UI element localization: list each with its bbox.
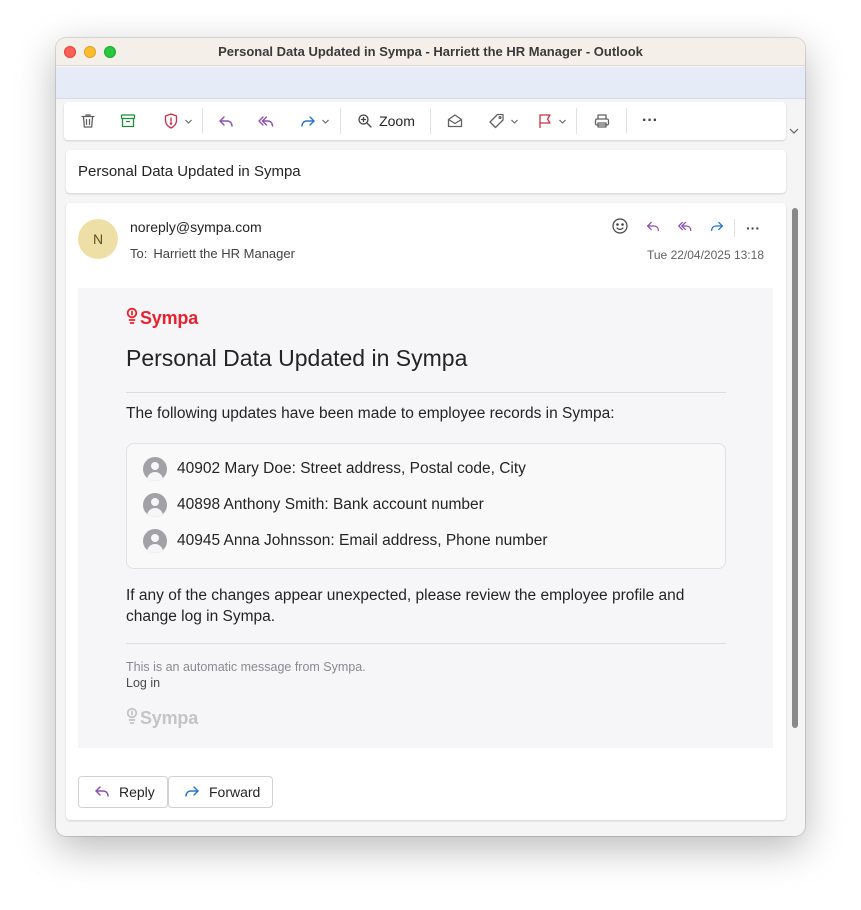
reply-all-icon <box>257 112 275 130</box>
react-button[interactable] <box>609 217 631 239</box>
email-body: Sympa Personal Data Updated in Sympa The… <box>78 288 773 748</box>
avatar[interactable]: N <box>78 219 118 259</box>
list-item: 40902 Mary Doe: Street address, Postal c… <box>143 457 526 481</box>
updates-list: 40902 Mary Doe: Street address, Postal c… <box>126 443 726 569</box>
update-text: 40898 Anthony Smith: Bank account number <box>177 496 484 513</box>
review-note: If any of the changes appear unexpected,… <box>126 587 685 625</box>
archive-button[interactable] <box>116 102 140 140</box>
reply-icon <box>93 782 119 803</box>
toolbar-divider <box>340 108 341 134</box>
zoom-button[interactable]: Zoom <box>354 102 418 140</box>
tag-icon <box>488 112 506 130</box>
chevron-down-icon <box>321 117 330 126</box>
tag-button[interactable] <box>483 102 523 140</box>
chevron-down-icon <box>510 117 519 126</box>
reply-button-label: Reply <box>119 784 155 800</box>
collapse-ribbon-button[interactable] <box>788 124 800 142</box>
divider <box>126 392 726 393</box>
reply-button[interactable]: Reply <box>78 776 168 808</box>
chevron-down-icon <box>788 124 800 141</box>
person-icon <box>143 493 167 517</box>
list-item: 40945 Anna Johnsson: Email address, Phon… <box>143 529 548 553</box>
bulb-icon <box>126 307 138 330</box>
subject-bar: Personal Data Updated in Sympa <box>66 150 786 193</box>
flag-icon <box>536 112 554 130</box>
recipient-row: To: Harriett the HR Manager <box>130 246 295 261</box>
reply-toolbar-button[interactable] <box>214 102 238 140</box>
forward-icon <box>183 782 209 803</box>
bulb-icon <box>126 707 138 730</box>
reply-all-quick-button[interactable] <box>674 217 696 239</box>
report-button[interactable] <box>156 102 198 140</box>
divider <box>126 643 726 644</box>
automatic-message-note: This is an automatic message from Sympa. <box>126 660 366 674</box>
message-card: N noreply@sympa.com To: Harriett the HR M… <box>66 203 786 820</box>
reply-all-icon <box>677 218 693 239</box>
forward-toolbar-button[interactable] <box>294 102 334 140</box>
smiley-icon <box>611 217 629 240</box>
report-shield-icon <box>162 112 180 130</box>
zoom-label: Zoom <box>379 113 415 129</box>
forward-icon <box>709 218 725 239</box>
ribbon-band <box>56 67 805 99</box>
toolbar-divider <box>202 108 203 134</box>
forward-quick-button[interactable] <box>706 217 728 239</box>
sympa-logo: Sympa <box>126 307 198 330</box>
reply-icon <box>217 112 235 130</box>
update-text: 40945 Anna Johnsson: Email address, Phon… <box>177 532 548 549</box>
title-bar[interactable]: Personal Data Updated in Sympa - Harriet… <box>56 38 805 66</box>
archive-icon <box>119 112 137 130</box>
forward-icon <box>299 112 317 130</box>
recipient-name[interactable]: Harriett the HR Manager <box>153 246 295 261</box>
message-toolbar: Zoom ··· <box>64 102 786 140</box>
chevron-down-icon <box>184 117 193 126</box>
email-heading: Personal Data Updated in Sympa <box>126 345 468 371</box>
message-subject: Personal Data Updated in Sympa <box>78 163 301 180</box>
reply-icon <box>645 218 661 239</box>
delete-button[interactable] <box>76 102 100 140</box>
chevron-down-icon <box>558 117 567 126</box>
read-unread-button[interactable] <box>443 102 467 140</box>
update-text: 40902 Mary Doe: Street address, Postal c… <box>177 460 526 477</box>
sender-address[interactable]: noreply@sympa.com <box>130 219 262 235</box>
person-icon <box>143 457 167 481</box>
more-message-actions-button[interactable]: ··· <box>742 217 764 239</box>
sympa-footer-logo: Sympa <box>126 707 198 730</box>
toolbar-divider <box>626 108 627 134</box>
print-button[interactable] <box>590 102 614 140</box>
envelope-open-icon <box>446 112 464 130</box>
brand-name: Sympa <box>140 308 199 328</box>
reply-quick-button[interactable] <box>642 217 664 239</box>
footer-brand-name: Sympa <box>140 708 199 728</box>
more-actions-button[interactable]: ··· <box>638 102 662 140</box>
list-item: 40898 Anthony Smith: Bank account number <box>143 493 484 517</box>
login-link[interactable]: Log in <box>126 676 160 690</box>
flag-button[interactable] <box>533 102 569 140</box>
forward-button-label: Forward <box>209 784 261 800</box>
delete-icon <box>79 112 97 130</box>
printer-icon <box>593 112 611 130</box>
zoom-icon <box>357 113 373 129</box>
outlook-window: Personal Data Updated in Sympa - Harriet… <box>56 38 805 836</box>
reply-all-toolbar-button[interactable] <box>254 102 278 140</box>
intro-text: The following updates have been made to … <box>126 405 615 422</box>
window-title: Personal Data Updated in Sympa - Harriet… <box>218 44 643 59</box>
person-icon <box>143 529 167 553</box>
to-label: To: <box>130 246 148 261</box>
actions-divider <box>734 219 735 237</box>
toolbar-divider <box>430 108 431 134</box>
reading-pane-scrollbar[interactable] <box>792 208 798 728</box>
toolbar-divider <box>576 108 577 134</box>
message-date: Tue 22/04/2025 13:18 <box>647 248 764 262</box>
forward-button[interactable]: Forward <box>168 776 274 808</box>
